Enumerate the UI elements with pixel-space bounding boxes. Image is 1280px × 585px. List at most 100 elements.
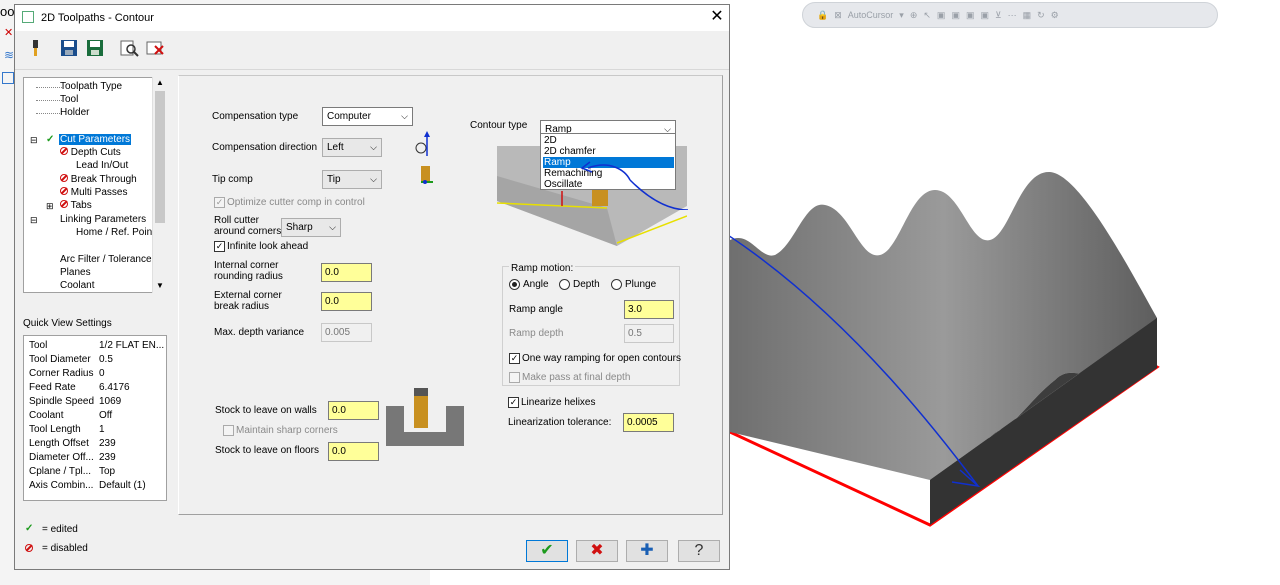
ramp-angle-radio[interactable] (509, 279, 520, 290)
save-icon[interactable] (59, 38, 79, 58)
parameter-tree[interactable]: Toolpath Type Tool Holder ⊟ ✓ Cut Parame… (23, 77, 167, 293)
disabled-icon (60, 200, 68, 208)
select-icon[interactable]: ▣ (937, 10, 946, 21)
internal-corner-label-2: rounding radius (214, 271, 283, 282)
add-button[interactable]: ✚ (626, 540, 668, 562)
cursor-icon[interactable]: ↖ (923, 10, 931, 21)
maintain-corners-checkbox[interactable] (223, 425, 234, 436)
ramp-angle-radio-label: Angle (523, 279, 549, 290)
collapse-icon[interactable]: ⊟ (30, 134, 38, 146)
optimize-checkbox[interactable]: ✓ (214, 197, 225, 208)
delete-settings-icon[interactable] (145, 38, 165, 58)
external-corner-label-1: External corner (214, 290, 282, 301)
legend-edited: = edited (42, 524, 78, 535)
tree-item-toolpath-type[interactable]: Toolpath Type (60, 81, 122, 93)
tree-item-home-ref-points[interactable]: Home / Ref. Points (76, 227, 160, 239)
qv-row: Coolant Off (29, 410, 113, 421)
tree-item-linking-parameters[interactable]: Linking Parameters (60, 214, 146, 226)
stock-walls-input[interactable]: 0.0 (328, 401, 379, 420)
comp-type-select[interactable]: Computer ⌵ (322, 107, 413, 126)
lock-icon[interactable]: 🔒 (817, 10, 828, 21)
qv-row: Diameter Off... 239 (29, 452, 116, 463)
autocursor-icon[interactable]: ⊠ (834, 10, 842, 21)
ramp-depth-input[interactable]: 0.5 (624, 324, 674, 343)
more-icon[interactable]: ⋯ (1008, 10, 1017, 21)
close-button[interactable]: ✕ (709, 9, 725, 25)
select-icon[interactable]: ▣ (951, 10, 960, 21)
expand-icon[interactable]: ⊞ (46, 200, 54, 212)
scroll-thumb[interactable] (155, 91, 165, 223)
tip-comp-select[interactable]: Tip ⌵ (322, 170, 382, 189)
disabled-icon (60, 147, 68, 155)
tree-item-planes[interactable]: Planes (60, 267, 91, 279)
scroll-down-icon[interactable]: ▼ (156, 281, 164, 290)
ramp-plunge-radio[interactable] (611, 279, 622, 290)
one-way-checkbox[interactable]: ✓ (509, 353, 520, 364)
tool-icon[interactable] (25, 38, 45, 58)
internal-corner-input[interactable]: 0.0 (321, 263, 372, 282)
tree-item-lead-in-out[interactable]: Lead In/Out (76, 160, 128, 172)
app-icon (22, 11, 34, 23)
scroll-up-icon[interactable]: ▲ (156, 78, 164, 87)
infinite-look-ahead-checkbox[interactable]: ✓ (214, 241, 225, 252)
tree-item-cut-parameters[interactable]: Cut Parameters (59, 134, 132, 146)
tree-item-tool[interactable]: Tool (60, 94, 78, 106)
preview-icon[interactable] (119, 38, 139, 58)
autocursor-label[interactable]: AutoCursor (848, 10, 894, 20)
comp-direction-select[interactable]: Left ⌵ (322, 138, 382, 157)
stock-floors-input[interactable]: 0.0 (328, 442, 379, 461)
roll-cutter-select[interactable]: Sharp ⌵ (281, 218, 341, 237)
tree-item-depth-cuts[interactable]: Depth Cuts (60, 147, 121, 159)
linearize-helixes-checkbox[interactable]: ✓ (508, 397, 519, 408)
tree-item-multi-passes[interactable]: Multi Passes (60, 187, 127, 199)
collapse-icon[interactable]: ⊟ (30, 214, 38, 226)
qv-row: Corner Radius 0 (29, 368, 105, 379)
qv-row: Length Offset 239 (29, 438, 116, 449)
help-button[interactable]: ? (678, 540, 720, 562)
disabled-icon (60, 174, 68, 182)
comp-direction-icon (415, 131, 430, 156)
infinite-look-ahead-label: Infinite look ahead (227, 241, 309, 252)
legend-disabled: = disabled (42, 543, 88, 554)
make-pass-checkbox[interactable] (509, 372, 520, 383)
tree-item-break-through[interactable]: Break Through (60, 174, 137, 186)
tree-item-holder[interactable]: Holder (60, 107, 89, 119)
snap-icon[interactable]: ⊕ (910, 10, 918, 21)
select-icon[interactable]: ▣ (980, 10, 989, 21)
qv-row: Tool Diameter 0.5 (29, 354, 113, 365)
cancel-button[interactable]: ✖ (576, 540, 618, 562)
ramp-motion-title: Ramp motion: (509, 263, 576, 274)
tip-comp-icon (421, 166, 433, 184)
save-to-library-icon[interactable] (85, 38, 105, 58)
max-depth-input[interactable]: 0.005 (321, 323, 372, 342)
settings-icon[interactable]: ⚙ (1051, 10, 1059, 21)
tree-item-arc-filter[interactable]: Arc Filter / Tolerance (60, 254, 152, 266)
tree-item-coolant[interactable]: Coolant (60, 280, 94, 292)
filter-icon[interactable]: ⊻ (995, 10, 1002, 21)
dialog-titlebar[interactable]: 2D Toolpaths - Contour ✕ (15, 5, 729, 31)
view-icon[interactable]: ▦ (1023, 10, 1032, 21)
dropdown-option[interactable]: 2D (543, 135, 674, 146)
disabled-icon (60, 187, 68, 195)
chevron-down-icon: ⌵ (401, 111, 408, 121)
comp-direction-label: Compensation direction (212, 142, 318, 153)
tree-scrollbar[interactable]: ▲ ▼ (152, 77, 167, 293)
stock-walls-label: Stock to leave on walls (215, 405, 317, 416)
edited-check-icon: ✓ (46, 134, 55, 145)
ok-button[interactable]: ✔ (526, 540, 568, 562)
rotate-icon[interactable]: ↻ (1037, 10, 1045, 21)
ramp-angle-input[interactable]: 3.0 (624, 300, 674, 319)
part-top-surface (730, 171, 1157, 480)
linearization-tolerance-input[interactable]: 0.0005 (623, 413, 674, 432)
dropdown-icon[interactable]: ▾ (899, 10, 904, 21)
one-way-label: One way ramping for open contours (522, 353, 681, 364)
ramp-depth-radio[interactable] (559, 279, 570, 290)
linearization-tolerance-label: Linearization tolerance: (508, 417, 612, 428)
select-icon[interactable]: ▣ (966, 10, 975, 21)
tree-item-tabs[interactable]: Tabs (60, 200, 92, 212)
bg-wave-icon: ≋ (4, 48, 15, 62)
stock-to-leave-illustration (386, 388, 464, 446)
make-pass-label: Make pass at final depth (522, 372, 631, 383)
external-corner-input[interactable]: 0.0 (321, 292, 372, 311)
qv-row: Axis Combin... Default (1) (29, 480, 146, 491)
